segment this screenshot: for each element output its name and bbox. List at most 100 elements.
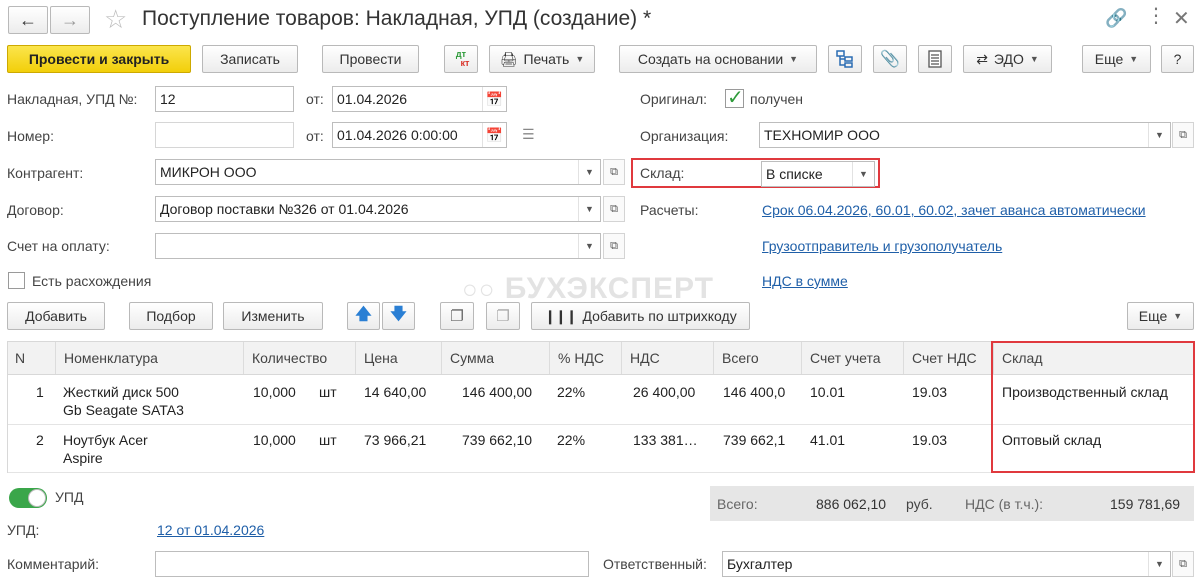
counterparty-label: Контрагент: bbox=[7, 165, 84, 181]
favorite-star-icon[interactable]: ☆ bbox=[104, 4, 127, 35]
edo-button[interactable]: ⇄ ЭДО ▼ bbox=[963, 45, 1052, 73]
vat-total-label: НДС (в т.ч.): bbox=[965, 496, 1044, 512]
post-button[interactable]: Провести bbox=[322, 45, 419, 73]
comment-field[interactable] bbox=[155, 551, 589, 577]
forward-button[interactable]: → bbox=[50, 6, 90, 34]
org-open-button[interactable]: ⧉ bbox=[1172, 122, 1194, 148]
shipper-link[interactable]: Грузоотправитель и грузополучатель bbox=[762, 238, 1002, 254]
table-more-button[interactable]: Еще ▼ bbox=[1127, 302, 1194, 330]
structure-button[interactable] bbox=[828, 45, 862, 73]
create-based-on-button[interactable]: Создать на основании ▼ bbox=[619, 45, 817, 73]
original-label: Оригинал: bbox=[640, 91, 707, 107]
more-button[interactable]: Еще ▼ bbox=[1082, 45, 1151, 73]
chevron-down-icon[interactable]: ▼ bbox=[578, 160, 600, 184]
print-label: Печать bbox=[523, 51, 570, 67]
chevron-down-icon: ▼ bbox=[1129, 54, 1139, 64]
col-sum[interactable]: Сумма bbox=[441, 342, 549, 374]
responsible-field[interactable]: Бухгалтер ▼ bbox=[722, 551, 1171, 577]
settlements-label: Расчеты: bbox=[640, 202, 699, 218]
watermark-logo: ○○ БУХЭКСПЕРТ bbox=[462, 272, 714, 305]
from-label: от: bbox=[306, 91, 324, 107]
link-icon[interactable]: 🔗 bbox=[1105, 8, 1127, 29]
doc-date-field[interactable]: 01.04.2026 📅 bbox=[332, 86, 507, 112]
col-quantity[interactable]: Количество bbox=[243, 342, 355, 374]
attach-button[interactable]: 📎 bbox=[873, 45, 907, 73]
responsible-label: Ответственный: bbox=[603, 556, 707, 572]
total-label: Всего: bbox=[717, 496, 758, 512]
copy-icon: ❐ bbox=[450, 308, 464, 325]
chevron-down-icon: ▼ bbox=[1173, 311, 1183, 321]
chevron-down-icon[interactable]: ▼ bbox=[1148, 552, 1170, 576]
text-lines-icon[interactable]: ☰ bbox=[522, 126, 535, 143]
move-down-button[interactable]: 🡇 bbox=[382, 302, 415, 330]
chevron-down-icon[interactable]: ▼ bbox=[578, 234, 600, 258]
col-vat[interactable]: НДС bbox=[621, 342, 713, 374]
warehouse-select[interactable]: В списке ▼ bbox=[761, 161, 875, 187]
contract-open-button[interactable]: ⧉ bbox=[603, 196, 625, 222]
col-account[interactable]: Счет учета bbox=[801, 342, 903, 374]
counterparty-open-button[interactable]: ⧉ bbox=[603, 159, 625, 185]
edit-button[interactable]: Изменить bbox=[223, 302, 323, 330]
chevron-down-icon[interactable]: ▼ bbox=[578, 197, 600, 221]
col-vat-account[interactable]: Счет НДС bbox=[903, 342, 993, 374]
dt-kt-icon: дт кт bbox=[455, 49, 470, 68]
original-value: получен bbox=[750, 91, 804, 107]
report-button[interactable] bbox=[918, 45, 952, 73]
help-button[interactable]: ? bbox=[1161, 45, 1194, 73]
col-vat-rate[interactable]: % НДС bbox=[549, 342, 621, 374]
vat-total-value: 159 781,69 bbox=[1110, 496, 1181, 512]
datetime-field[interactable]: 01.04.2026 0:00:00 📅 bbox=[332, 122, 507, 148]
dt-kt-button[interactable]: дт кт bbox=[444, 45, 478, 73]
settlements-link[interactable]: Срок 06.04.2026, 60.01, 60.02, зачет ава… bbox=[762, 202, 1146, 218]
more-label: Еще bbox=[1094, 51, 1124, 67]
paste-button[interactable]: ❐ bbox=[486, 302, 520, 330]
upd-toggle[interactable] bbox=[9, 488, 47, 508]
save-button[interactable]: Записать bbox=[202, 45, 298, 73]
toggle-knob bbox=[28, 489, 46, 507]
calendar-icon[interactable]: 📅 bbox=[482, 87, 506, 111]
table-border-left bbox=[7, 341, 8, 473]
add-button[interactable]: Добавить bbox=[7, 302, 105, 330]
paperclip-icon: 📎 bbox=[880, 51, 900, 68]
chevron-down-icon: ▼ bbox=[575, 54, 585, 64]
chevron-down-icon[interactable]: ▼ bbox=[852, 162, 874, 186]
add-by-barcode-button[interactable]: ❙❙❙ Добавить по штрихкоду bbox=[531, 302, 750, 330]
copy-button[interactable]: ❐ bbox=[440, 302, 474, 330]
move-up-button[interactable]: 🡅 bbox=[347, 302, 380, 330]
paste-icon: ❐ bbox=[496, 308, 510, 325]
warehouse-label: Склад: bbox=[640, 165, 685, 181]
chevron-down-icon: ▼ bbox=[1029, 54, 1039, 64]
post-and-close-button[interactable]: Провести и закрыть bbox=[7, 45, 191, 73]
barcode-icon: ❙❙❙ bbox=[544, 307, 577, 324]
number-field[interactable] bbox=[155, 122, 294, 148]
chevron-down-icon[interactable]: ▼ bbox=[1148, 123, 1170, 147]
invoice-open-button[interactable]: ⧉ bbox=[603, 233, 625, 259]
invoice-field[interactable]: ▼ bbox=[155, 233, 601, 259]
print-button[interactable]: 🖨 Печать ▼ bbox=[489, 45, 595, 73]
close-icon[interactable]: ✕ bbox=[1173, 6, 1190, 31]
edo-label: ЭДО bbox=[993, 51, 1024, 67]
counterparty-field[interactable]: МИКРОН ООО ▼ bbox=[155, 159, 601, 185]
col-n[interactable]: N bbox=[7, 342, 55, 374]
select-button[interactable]: Подбор bbox=[129, 302, 213, 330]
contract-label: Договор: bbox=[7, 202, 64, 218]
original-checkbox[interactable]: ✓ bbox=[725, 87, 744, 109]
vat-link[interactable]: НДС в сумме bbox=[762, 273, 848, 289]
warehouse-column-highlight bbox=[991, 341, 1195, 473]
upd-toggle-label: УПД bbox=[55, 489, 84, 505]
calendar-icon[interactable]: 📅 bbox=[482, 123, 506, 147]
col-total[interactable]: Всего bbox=[713, 342, 801, 374]
upd-label: УПД: bbox=[7, 522, 40, 538]
menu-dots-icon[interactable]: ⋮ bbox=[1146, 6, 1166, 26]
discrepancy-checkbox[interactable] bbox=[8, 272, 25, 289]
doc-number-field[interactable]: 12 bbox=[155, 86, 294, 112]
org-field[interactable]: ТЕХНОМИР ООО ▼ bbox=[759, 122, 1171, 148]
col-nomenclature[interactable]: Номенклатура bbox=[55, 342, 243, 374]
responsible-open-button[interactable]: ⧉ bbox=[1172, 551, 1194, 577]
edo-icon: ⇄ bbox=[976, 50, 988, 67]
from2-label: от: bbox=[306, 128, 324, 144]
contract-field[interactable]: Договор поставки №326 от 01.04.2026 ▼ bbox=[155, 196, 601, 222]
upd-link[interactable]: 12 от 01.04.2026 bbox=[157, 522, 264, 538]
back-button[interactable]: ← bbox=[8, 6, 48, 34]
col-price[interactable]: Цена bbox=[355, 342, 441, 374]
